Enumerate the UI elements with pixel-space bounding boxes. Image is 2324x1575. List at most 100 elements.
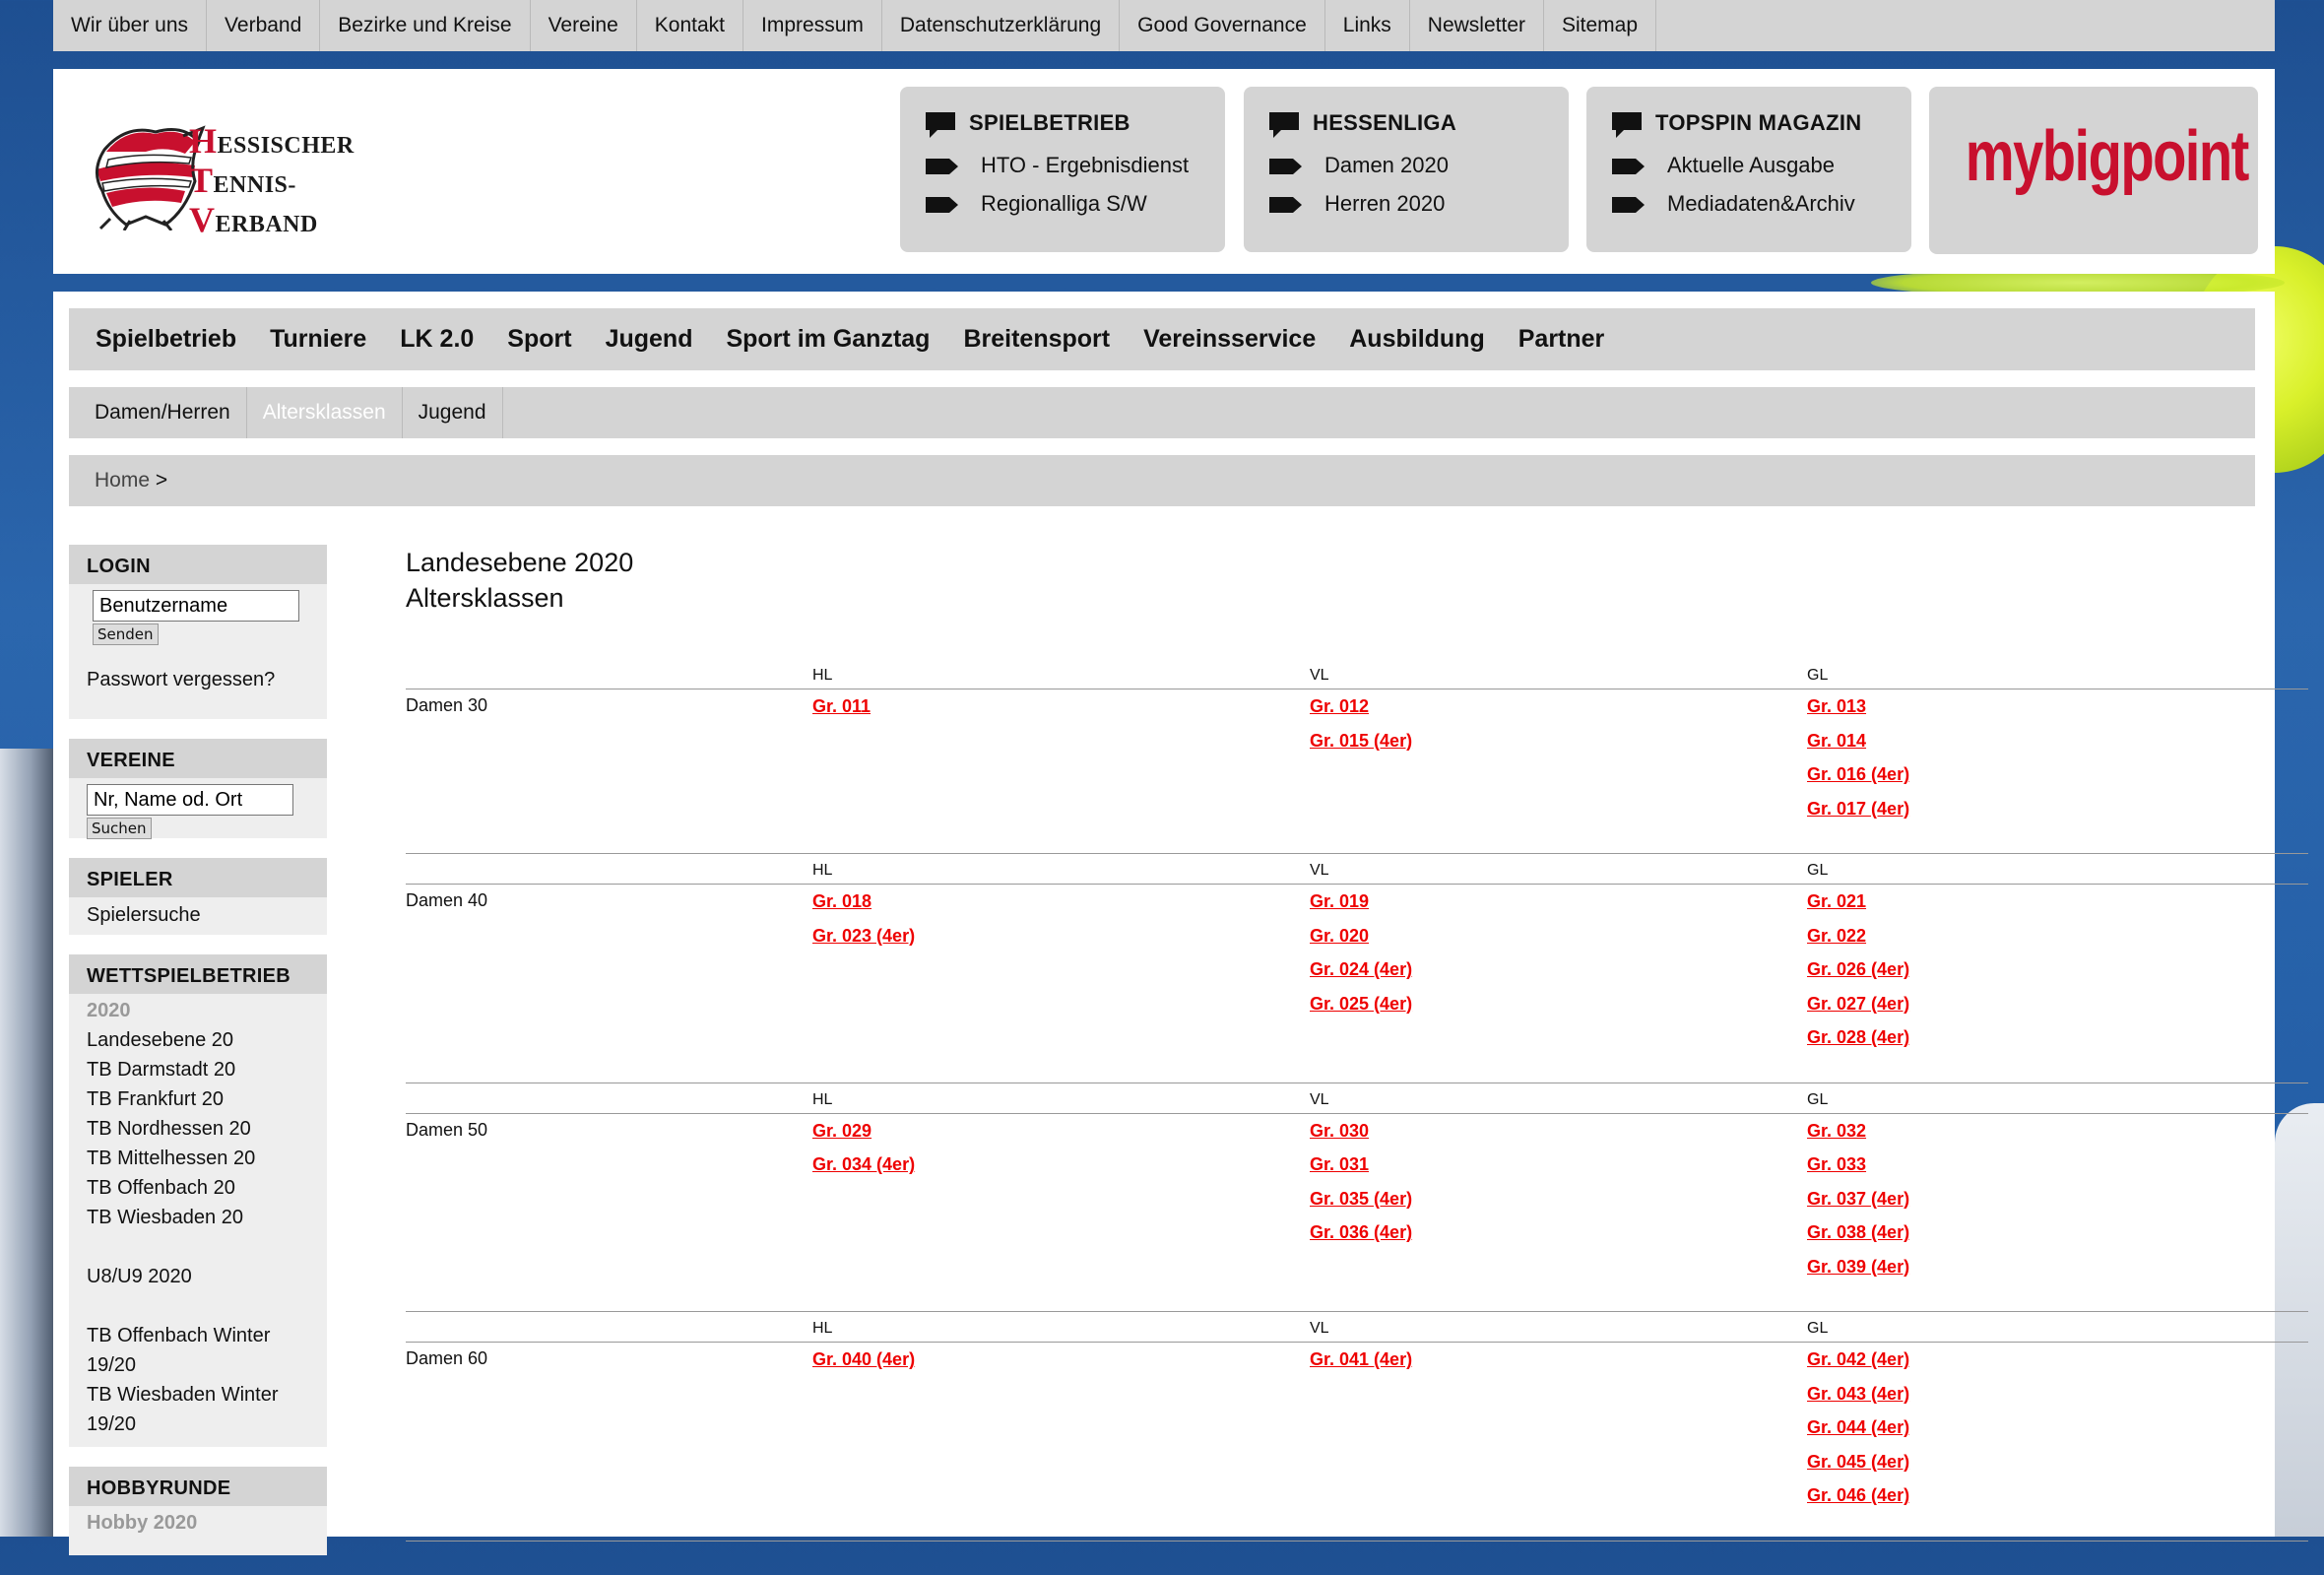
group-link[interactable]: Gr. 026 (4er)	[1807, 958, 1909, 980]
mainnav-item[interactable]: Spielbetrieb	[79, 308, 253, 370]
group-link[interactable]: Gr. 020	[1310, 925, 1412, 947]
mainnav-item[interactable]: Sport im Ganztag	[709, 308, 946, 370]
mainnav-item[interactable]: Ausbildung	[1332, 308, 1501, 370]
topnav-item[interactable]: Datenschutzerklärung	[882, 0, 1121, 51]
header-link[interactable]: HTO - Ergebnisdienst	[981, 153, 1189, 178]
topnav-item[interactable]: Vereine	[531, 0, 637, 51]
group-link[interactable]: Gr. 037 (4er)	[1807, 1188, 1909, 1210]
header-link[interactable]: Regionalliga S/W	[981, 191, 1147, 217]
group-link[interactable]: Gr. 036 (4er)	[1310, 1221, 1412, 1243]
group-link[interactable]: Gr. 014	[1807, 730, 1909, 752]
group-link[interactable]: Gr. 022	[1807, 925, 1909, 947]
group-link[interactable]: Gr. 025 (4er)	[1310, 993, 1412, 1015]
group-link[interactable]: Gr. 011	[812, 695, 871, 717]
breadcrumb-separator: >	[155, 469, 168, 492]
group-link[interactable]: Gr. 016 (4er)	[1807, 763, 1909, 785]
topnav-item[interactable]: Newsletter	[1410, 0, 1544, 51]
speech-bubble-icon	[1612, 112, 1642, 138]
subnav-item-active[interactable]: Altersklassen	[246, 387, 403, 438]
group-link[interactable]: Gr. 028 (4er)	[1807, 1026, 1909, 1048]
topnav-item[interactable]: Bezirke und Kreise	[320, 0, 531, 51]
subnav-item[interactable]: Damen/Herren	[79, 387, 247, 438]
sidebar-link[interactable]: TB Mittelhessen 20	[69, 1144, 327, 1173]
topnav-item[interactable]: Kontakt	[637, 0, 744, 51]
sidebar-link[interactable]: 19/20	[69, 1410, 327, 1439]
group-link[interactable]: Gr. 035 (4er)	[1310, 1188, 1412, 1210]
hobby-year-label: Hobby 2020	[87, 1512, 198, 1534]
header-link[interactable]: Aktuelle Ausgabe	[1667, 153, 1835, 178]
group-column-hl: Gr. 040 (4er)	[812, 1348, 915, 1383]
logo-letter: V	[189, 200, 216, 239]
topnav-item[interactable]: Wir über uns	[53, 0, 208, 51]
mainnav-item[interactable]: Partner	[1502, 308, 1622, 370]
sidebar-link[interactable]: TB Frankfurt 20	[69, 1084, 327, 1114]
group-link[interactable]: Gr. 033	[1807, 1153, 1909, 1175]
group-link[interactable]: Gr. 024 (4er)	[1310, 958, 1412, 980]
group-link[interactable]: Gr. 039 (4er)	[1807, 1256, 1909, 1278]
group-link[interactable]: Gr. 019	[1310, 890, 1412, 912]
mybigpoint-banner[interactable]: mybigpoint	[1929, 87, 2258, 254]
group-link[interactable]: Gr. 045 (4er)	[1807, 1451, 1909, 1473]
group-link[interactable]: Gr. 029	[812, 1120, 915, 1142]
sidebar-link[interactable]: U8/U9 2020	[69, 1262, 327, 1291]
sidebar-link[interactable]: TB Wiesbaden Winter	[69, 1380, 327, 1410]
group-link[interactable]: Gr. 012	[1310, 695, 1412, 717]
mainnav-item[interactable]: Vereinsservice	[1127, 308, 1332, 370]
group-link[interactable]: Gr. 044 (4er)	[1807, 1416, 1909, 1438]
age-group-name: Damen 30	[406, 695, 488, 715]
header-link[interactable]: Herren 2020	[1324, 191, 1445, 217]
group-link[interactable]: Gr. 013	[1807, 695, 1909, 717]
group-column-vl: Gr. 030 Gr. 031 Gr. 035 (4er) Gr. 036 (4er)	[1310, 1120, 1412, 1256]
group-link[interactable]: Gr. 046 (4er)	[1807, 1484, 1909, 1506]
mainnav-item[interactable]: Sport	[490, 308, 588, 370]
mainnav-item[interactable]: Jugend	[589, 308, 710, 370]
group-link[interactable]: Gr. 031	[1310, 1153, 1412, 1175]
sidebar-link[interactable]: TB Wiesbaden 20	[69, 1203, 327, 1232]
group-link[interactable]: Gr. 038 (4er)	[1807, 1221, 1909, 1243]
group-link[interactable]: Gr. 041 (4er)	[1310, 1348, 1412, 1370]
age-group: HL VL GL Damen 40 Gr. 018 Gr. 023 (4er) Gr. 01…	[406, 854, 2308, 1083]
group-link[interactable]: Gr. 040 (4er)	[812, 1348, 915, 1370]
group-column-vl: Gr. 041 (4er)	[1310, 1348, 1412, 1383]
hobbyrunde-title: HOBBYRUNDE	[69, 1467, 327, 1506]
header-link[interactable]: Mediadaten&Archiv	[1667, 191, 1855, 217]
group-table: HL VL GL Damen 30 Gr. 011 Gr. 012 Gr. 015 (4er…	[406, 659, 2308, 1542]
mainnav-item[interactable]: Turniere	[253, 308, 383, 370]
club-search-button[interactable]: Suchen	[87, 818, 152, 839]
mainnav-item[interactable]: LK 2.0	[383, 308, 490, 370]
logo-word: ENNIS-	[213, 172, 296, 198]
logo-letter: H	[189, 121, 218, 161]
group-link[interactable]: Gr. 021	[1807, 890, 1909, 912]
group-link[interactable]: Gr. 015 (4er)	[1310, 730, 1412, 752]
mainnav-item[interactable]: Breitensport	[946, 308, 1127, 370]
sidebar-link[interactable]: TB Offenbach Winter	[69, 1321, 327, 1350]
breadcrumb-home[interactable]: Home	[95, 469, 150, 492]
sidebar-link[interactable]: TB Offenbach 20	[69, 1173, 327, 1203]
group-link[interactable]: Gr. 017 (4er)	[1807, 798, 1909, 820]
group-link[interactable]: Gr. 027 (4er)	[1807, 993, 1909, 1015]
header-link[interactable]: Damen 2020	[1324, 153, 1449, 178]
topnav-item[interactable]: Verband	[207, 0, 321, 51]
group-link[interactable]: Gr. 018	[812, 890, 915, 912]
group-link[interactable]: Gr. 042 (4er)	[1807, 1348, 1909, 1370]
sidebar-link[interactable]: TB Darmstadt 20	[69, 1055, 327, 1084]
topnav-item[interactable]: Impressum	[743, 0, 882, 51]
group-link[interactable]: Gr. 023 (4er)	[812, 925, 915, 947]
forgot-password-link[interactable]: Passwort vergessen?	[69, 665, 327, 694]
username-input[interactable]	[93, 590, 299, 622]
sidebar-link[interactable]: TB Nordhessen 20	[69, 1114, 327, 1144]
topnav-item[interactable]: Good Governance	[1120, 0, 1325, 51]
group-link[interactable]: Gr. 043 (4er)	[1807, 1383, 1909, 1405]
group-link[interactable]: Gr. 030	[1310, 1120, 1412, 1142]
sidebar-link[interactable]: 19/20	[69, 1350, 327, 1380]
player-search-link[interactable]: Spielersuche	[69, 897, 327, 933]
topnav-item[interactable]: Sitemap	[1544, 0, 1657, 51]
hobbyrunde-block: HOBBYRUNDE Hobby 2020	[69, 1467, 327, 1555]
group-link[interactable]: Gr. 034 (4er)	[812, 1153, 915, 1175]
club-search-input[interactable]	[87, 784, 293, 816]
subnav-item[interactable]: Jugend	[403, 387, 503, 438]
group-link[interactable]: Gr. 032	[1807, 1120, 1909, 1142]
sidebar-link[interactable]: Landesebene 20	[69, 1025, 327, 1055]
login-submit-button[interactable]: Senden	[93, 623, 159, 645]
topnav-item[interactable]: Links	[1325, 0, 1410, 51]
